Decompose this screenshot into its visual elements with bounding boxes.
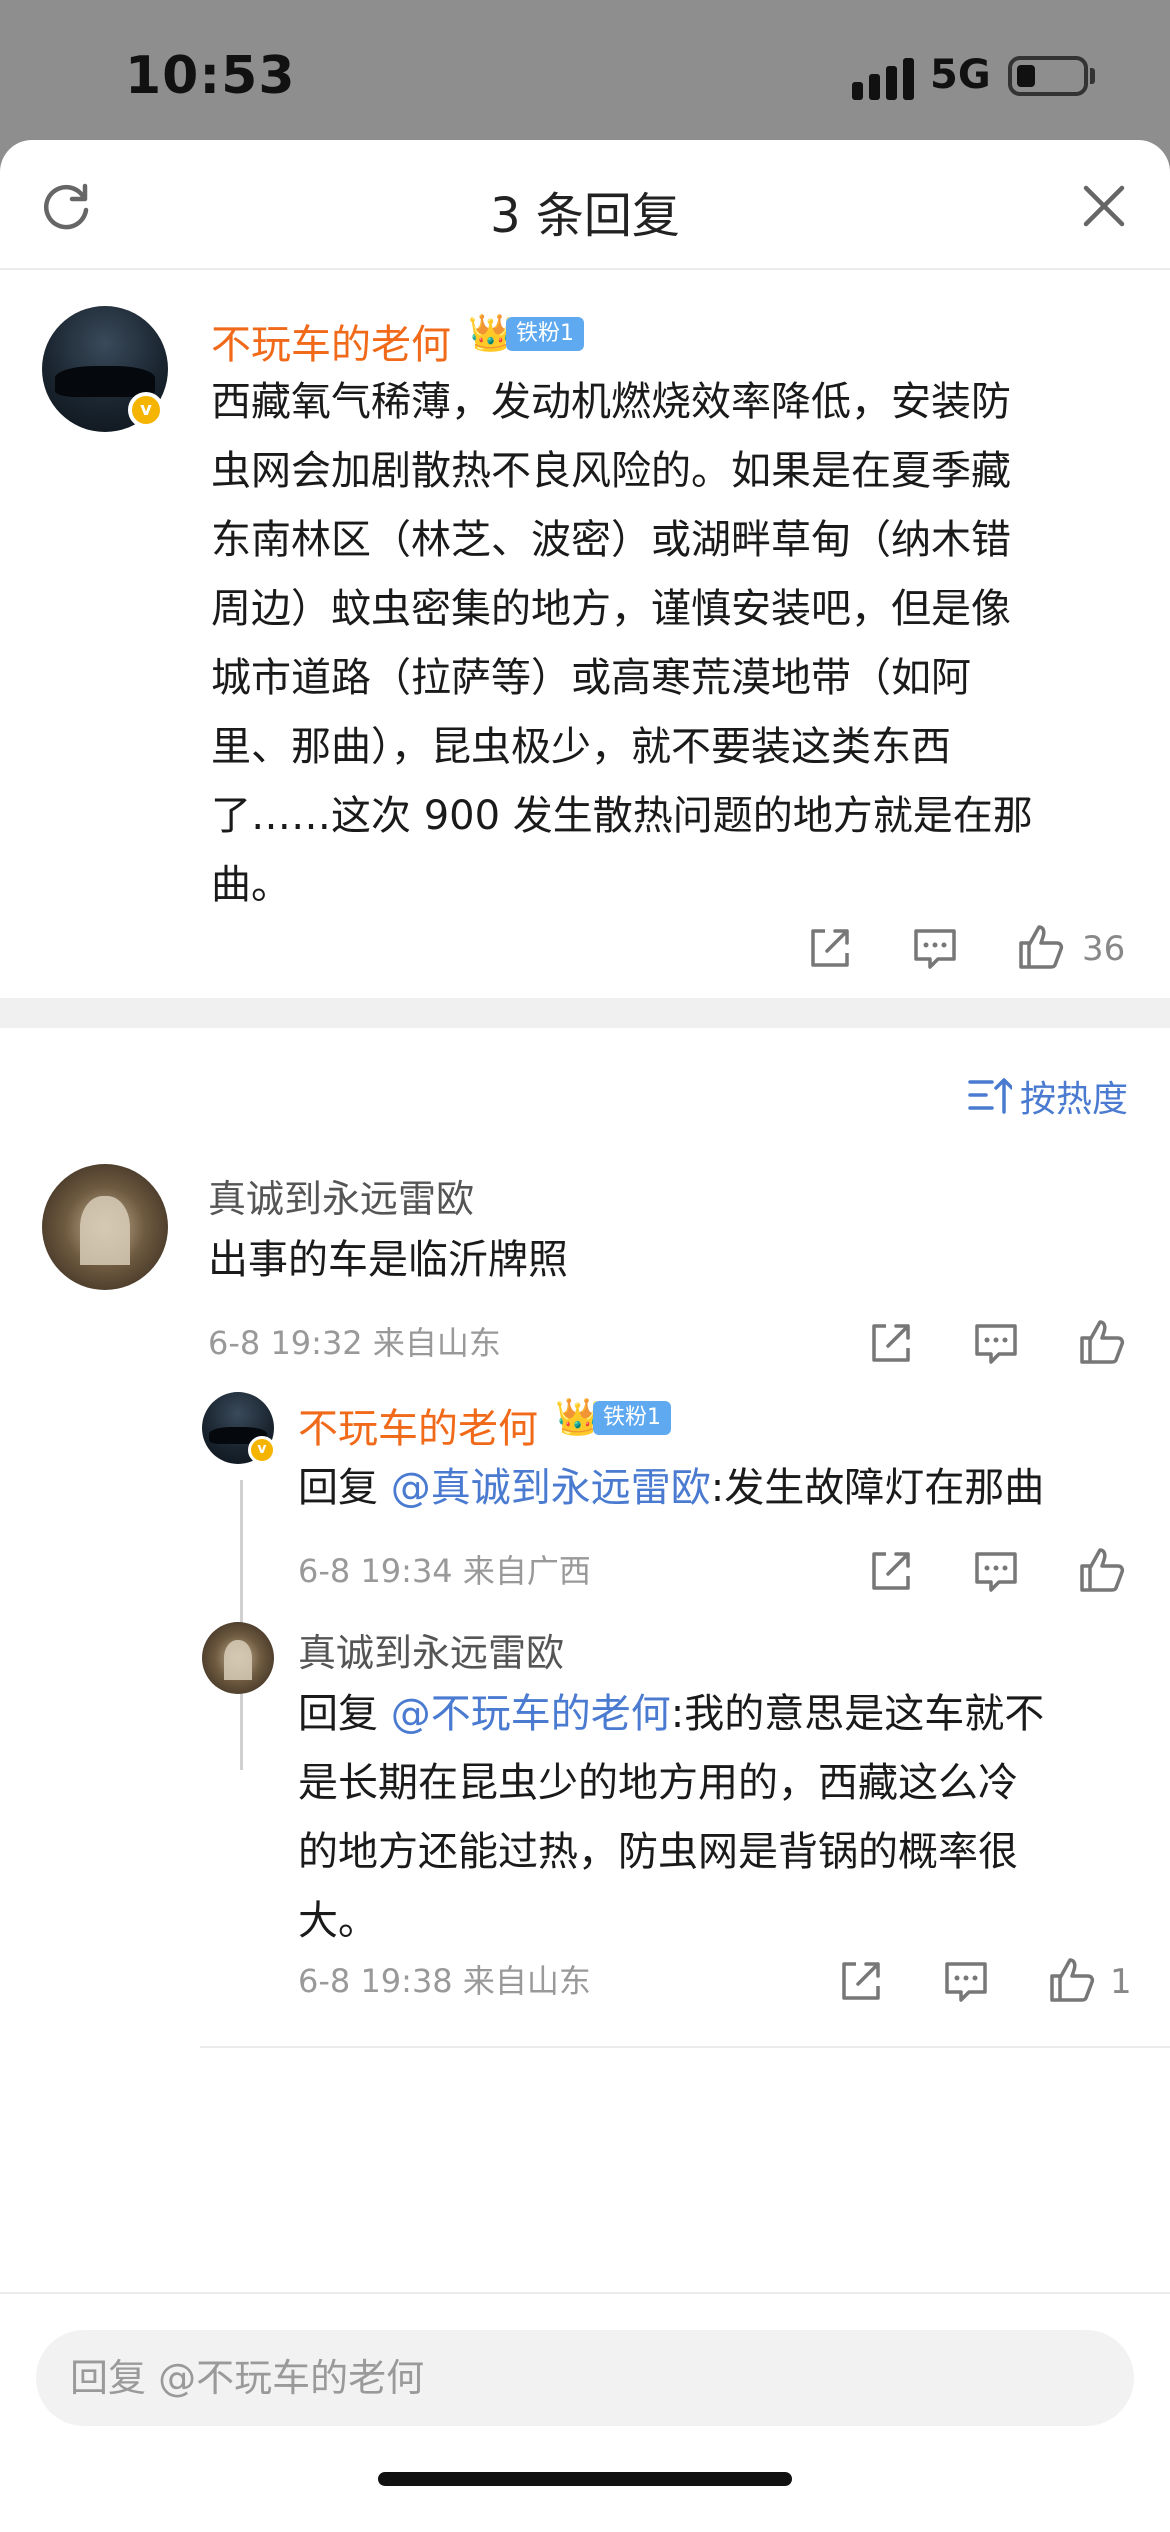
reply-author-name[interactable]: 真诚到永远雷欧 [208,1168,474,1223]
reply-body: 回复 @不玩车的老何:我的意思是这车就不 是长期在昆虫少的地方用的，西藏这么冷 … [298,1680,1148,1956]
sheet-header: 3 条回复 [0,140,1170,270]
reply-body: 回复 @真诚到永远雷欧:发生故障灯在那曲 [298,1454,1148,1523]
like-count: 36 [1082,929,1126,969]
comment-line: 城市道路（拉萨等）或高寒荒漠地带（如阿 [211,655,971,701]
reply-line: 回复 @不玩车的老何:我的意思是这车就不 [298,1680,1148,1749]
status-time: 10:53 [125,46,296,106]
comment-line: 了……这次 900 发生散热问题的地方就是在那 [211,793,1033,839]
replies-sheet: 3 条回复 v 不玩车的老何 👑 铁粉1 西藏氧气稀薄，发动机燃烧效率降低，安装… [0,140,1170,2532]
verified-icon: v [248,1436,276,1464]
share-icon[interactable] [866,1546,916,1596]
reply-input[interactable] [36,2330,1134,2426]
reply-meta: 6-8 19:34 来自广西 [298,1552,591,1590]
reply-author-name[interactable]: 不玩车的老何 [298,1396,538,1454]
like-icon[interactable] [1076,1318,1126,1368]
signal-icon [852,58,914,100]
mention-link[interactable]: @真诚到永远雷欧 [391,1465,711,1511]
like-count: 1 [1110,1962,1132,2002]
author-name[interactable]: 不玩车的老何 [211,312,451,370]
like-icon[interactable] [1076,1546,1126,1596]
like-icon[interactable] [1046,1956,1096,2006]
comment-line: 里、那曲），昆虫极少，就不要装这类东西 [211,724,951,770]
comment-icon[interactable] [971,1318,1021,1368]
comment-line: 东南林区（林芝、波密）或湖畔草甸（纳木错 [211,517,1011,563]
sort-icon [968,1078,1012,1114]
share-icon[interactable] [866,1318,916,1368]
comment-icon[interactable] [910,923,960,973]
comment-icon[interactable] [941,1956,991,2006]
sheet-title: 3 条回复 [490,188,680,244]
reply-prefix: 回复 [298,1691,391,1737]
home-indicator [378,2472,792,2486]
share-icon[interactable] [836,1956,886,2006]
reply-bar [0,2292,1170,2532]
reply-prefix: 回复 [298,1465,391,1511]
status-bar: 10:53 5G [0,0,1170,150]
comment-icon[interactable] [971,1546,1021,1596]
like-icon[interactable] [1015,923,1065,973]
close-icon[interactable] [1078,180,1130,232]
reply-text: :我的意思是这车就不 [670,1691,1045,1737]
comment-line: 周边）蚊虫密集的地方，谨慎安装吧，但是像 [211,586,1011,632]
reply-line: 大。 [298,1898,378,1944]
battery-tip [1090,68,1095,84]
mention-link[interactable]: @不玩车的老何 [391,1691,671,1737]
fan-badge: 铁粉1 [506,317,584,351]
verified-icon: v [128,392,164,428]
reply-meta: 6-8 19:32 来自山东 [208,1324,501,1362]
fan-badge: 铁粉1 [593,1401,671,1435]
comment-line: 西藏氧气稀薄，发动机燃烧效率降低，安装防 [211,379,1011,425]
comment-line: 曲。 [211,862,291,908]
reply-meta: 6-8 19:38 来自山东 [298,1962,591,2000]
comment-body: 西藏氧气稀薄，发动机燃烧效率降低，安装防 虫网会加剧散热不良风险的。如果是在夏季… [211,368,1141,920]
avatar[interactable] [202,1622,274,1694]
reply-body: 出事的车是临沂牌照 [208,1237,568,1283]
network-label: 5G [930,52,991,98]
avatar[interactable] [42,1164,168,1290]
share-icon[interactable] [805,923,855,973]
divider [200,2046,1170,2048]
reply-text: :发生故障灯在那曲 [710,1465,1045,1511]
section-gap [0,998,1170,1028]
reply-line: 是长期在昆虫少的地方用的，西藏这么冷 [298,1760,1018,1806]
battery-icon [1008,56,1088,96]
reply-author-name[interactable]: 真诚到永远雷欧 [298,1622,564,1677]
reply-line: 的地方还能过热，防虫网是背锅的概率很 [298,1829,1018,1875]
sort-label: 按热度 [1020,1079,1129,1120]
comment-line: 虫网会加剧散热不良风险的。如果是在夏季藏 [211,448,1011,494]
